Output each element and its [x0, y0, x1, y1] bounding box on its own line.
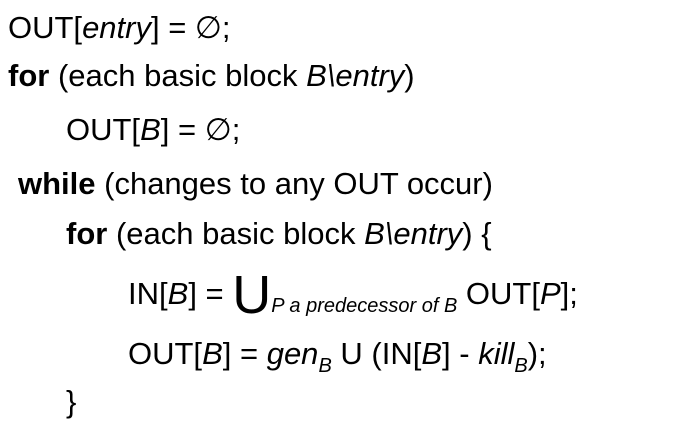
text: (changes to any OUT occur): [95, 166, 493, 201]
line-out-b-init: OUT[B] = ∅;: [66, 110, 240, 150]
text: ];: [560, 276, 578, 311]
gen-var: gen: [266, 336, 319, 371]
close-brace: }: [66, 384, 77, 419]
keyword-for: for: [8, 58, 50, 93]
line-while: while (changes to any OUT occur): [18, 164, 493, 204]
text: IN[: [128, 276, 168, 311]
union-subscript: P a predecessor of B: [271, 295, 458, 317]
block-var: B\entry: [306, 58, 405, 93]
line-in-equation: IN[B] = UP a predecessor of B OUT[P];: [128, 268, 578, 326]
text: );: [527, 336, 547, 371]
block-var: B: [140, 112, 161, 147]
text: (each basic block: [49, 58, 307, 93]
text: OUT[: [66, 112, 141, 147]
keyword-while: while: [18, 166, 96, 201]
text: OUT[: [128, 336, 203, 371]
keyword-for: for: [66, 216, 108, 251]
union-symbol: U: [232, 265, 272, 325]
kill-var: kill: [478, 336, 515, 371]
entry-var: entry: [82, 10, 151, 45]
kill-subscript: B: [514, 355, 528, 377]
algorithm-page: { "algorithm": { "l1": { "a": "OUT[", "b…: [0, 0, 694, 432]
line-out-entry-init: OUT[entry] = ∅;: [8, 8, 231, 48]
text: (each basic block: [107, 216, 365, 251]
text: ): [404, 58, 415, 93]
block-var: B\entry: [364, 216, 463, 251]
text: OUT[: [8, 10, 83, 45]
block-var: B: [421, 336, 443, 371]
text: ] -: [442, 336, 479, 371]
text: ] = ∅;: [150, 10, 231, 45]
gen-subscript: B: [318, 355, 332, 377]
text: ] =: [188, 276, 233, 311]
text: ] =: [222, 336, 267, 371]
pred-var: P: [539, 276, 561, 311]
block-var: B: [202, 336, 223, 371]
block-var: B: [167, 276, 189, 311]
line-close-brace: }: [66, 382, 76, 422]
text: U (IN[: [331, 336, 422, 371]
line-out-equation: OUT[B] = genB U (IN[B] - killB);: [128, 334, 547, 386]
line-inner-for: for (each basic block B\entry) {: [66, 214, 492, 254]
line-for-each-block: for (each basic block B\entry): [8, 56, 415, 96]
text: ] = ∅;: [160, 112, 241, 147]
text: ) {: [462, 216, 492, 251]
text: OUT[: [457, 276, 540, 311]
